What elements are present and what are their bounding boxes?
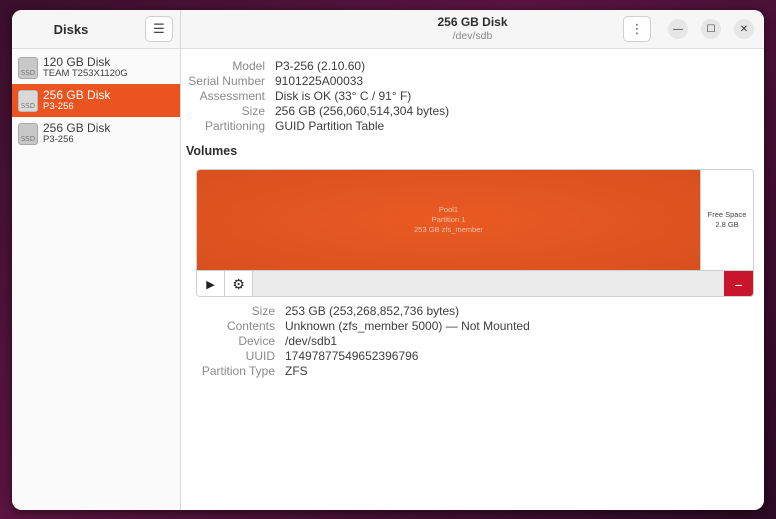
prop-row: Size 256 GB (256,060,514,304 bytes): [241, 104, 450, 118]
kebab-icon: ⋮: [630, 21, 644, 36]
delete-partition-button[interactable]: −: [724, 271, 753, 296]
sidebar: Disks ☰ SSD 120 GB Disk TEAM T253X1120G …: [12, 10, 181, 510]
disks-window: Disks ☰ SSD 120 GB Disk TEAM T253X1120G …: [12, 10, 764, 510]
prop-row: Contents Unknown (zfs_member 5000) — Not …: [226, 319, 530, 333]
sidebar-disk-item-selected[interactable]: SSD 256 GB Disk P3-256: [12, 84, 180, 117]
disk-menu-button[interactable]: ⋮: [623, 16, 651, 42]
free-space-block[interactable]: Free Space 2.8 GB: [700, 170, 753, 270]
prop-row: Size 253 GB (253,268,852,736 bytes): [251, 304, 460, 318]
disk-name: 120 GB Disk: [43, 54, 111, 69]
sidebar-disk-item[interactable]: SSD 120 GB Disk TEAM T253X1120G: [12, 51, 180, 84]
maximize-icon: ☐: [706, 23, 716, 35]
ssd-icon: SSD: [18, 56, 38, 79]
prop-row: Model P3-256 (2.10.60): [232, 59, 366, 73]
close-icon: ✕: [739, 23, 749, 35]
minimize-icon: —: [673, 23, 683, 35]
disk-properties: Model P3-256 (2.10.60) Serial Number 91012…: [181, 59, 449, 134]
prop-row: Serial Number 9101225A00033: [188, 74, 364, 88]
disk-name: 256 GB Disk: [43, 120, 111, 135]
prop-row: UUID 17497877549652396796: [245, 349, 419, 363]
partition-block[interactable]: Pool1 Partition 1 253 GB zfs_member: [197, 170, 700, 270]
disk-model: P3-256: [43, 100, 74, 112]
ssd-icon: SSD: [18, 122, 38, 145]
partition-settings-button[interactable]: ⚙: [225, 271, 253, 296]
main-header: 256 GB Disk /dev/sdb ⋮ — ☐ ✕: [181, 10, 764, 49]
main-panel: 256 GB Disk /dev/sdb ⋮ — ☐ ✕ Model P3-256…: [181, 10, 764, 510]
prop-row: Partitioning GUID Partition Table: [204, 119, 385, 133]
disk-name: 256 GB Disk: [43, 87, 111, 102]
disk-model: TEAM T253X1120G: [43, 67, 128, 79]
gear-icon: ⚙: [232, 276, 245, 292]
volume-map: Pool1 Partition 1 253 GB zfs_member Free…: [196, 169, 754, 297]
sidebar-header: Disks ☰: [12, 10, 180, 49]
app-title: Disks: [53, 22, 89, 37]
minus-icon: −: [734, 276, 743, 293]
ssd-icon: SSD: [18, 89, 38, 112]
hamburger-menu-button[interactable]: ☰: [145, 16, 173, 42]
sidebar-disk-item[interactable]: SSD 256 GB Disk P3-256: [12, 117, 180, 150]
prop-row: Device/dev/sdb1: [238, 334, 338, 348]
activate-button[interactable]: ▶: [197, 271, 225, 296]
play-icon: ▶: [206, 279, 215, 291]
volume-properties: Size 253 GB (253,268,852,736 bytes) Conte…: [181, 304, 530, 379]
volumes-heading: Volumes: [186, 144, 238, 158]
prop-row: Assessment Disk is OK (33° C / 91° F): [199, 89, 412, 103]
volume-toolbar: ▶ ⚙ −: [197, 270, 753, 296]
minimize-button[interactable]: —: [668, 19, 688, 39]
close-button[interactable]: ✕: [734, 19, 754, 39]
hamburger-icon: ☰: [153, 21, 165, 36]
prop-row: Partition Type ZFS: [201, 364, 308, 378]
disk-model: P3-256: [43, 133, 74, 145]
maximize-button[interactable]: ☐: [701, 19, 721, 39]
